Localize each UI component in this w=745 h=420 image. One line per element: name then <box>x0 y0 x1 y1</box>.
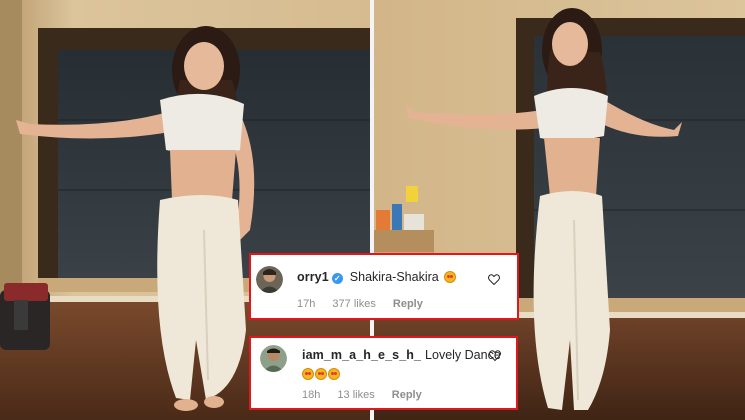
comment-card: iam_m_a_h_e_s_h_ Lovely Dance 18h 13 like… <box>249 336 518 410</box>
avatar[interactable] <box>260 345 287 372</box>
comment-line: orry1 ✓ Shakira-Shakira <box>297 270 457 284</box>
comment-time: 18h <box>302 389 321 401</box>
star-struck-emoji-icon <box>302 368 314 380</box>
heart-outline-icon[interactable] <box>489 350 501 361</box>
comment-likes[interactable]: 13 likes <box>337 389 374 401</box>
comment-likes[interactable]: 377 likes <box>332 298 375 310</box>
emoji-row <box>302 365 341 383</box>
comment-card: orry1 ✓ Shakira-Shakira 17h 377 likes Repl… <box>249 253 519 320</box>
star-struck-emoji-icon <box>315 368 327 380</box>
photo-collage: orry1 ✓ Shakira-Shakira 17h 377 likes Repl… <box>0 0 745 420</box>
comment-text: Shakira-Shakira <box>349 270 439 284</box>
comment-meta: 17h 377 likes Reply <box>297 298 437 310</box>
avatar[interactable] <box>256 266 283 293</box>
comment-line: iam_m_a_h_e_s_h_ Lovely Dance <box>302 348 501 362</box>
star-struck-emoji-icon <box>444 271 457 283</box>
reply-button[interactable]: Reply <box>393 298 423 310</box>
comment-username[interactable]: iam_m_a_h_e_s_h_ <box>302 348 421 362</box>
verified-badge-icon: ✓ <box>331 273 343 284</box>
comment-username[interactable]: orry1 <box>297 270 329 284</box>
heart-outline-icon[interactable] <box>488 274 500 285</box>
reply-button[interactable]: Reply <box>392 389 422 401</box>
comment-time: 17h <box>297 298 316 310</box>
comment-meta: 18h 13 likes Reply <box>302 389 436 401</box>
star-struck-emoji-icon <box>328 368 340 380</box>
